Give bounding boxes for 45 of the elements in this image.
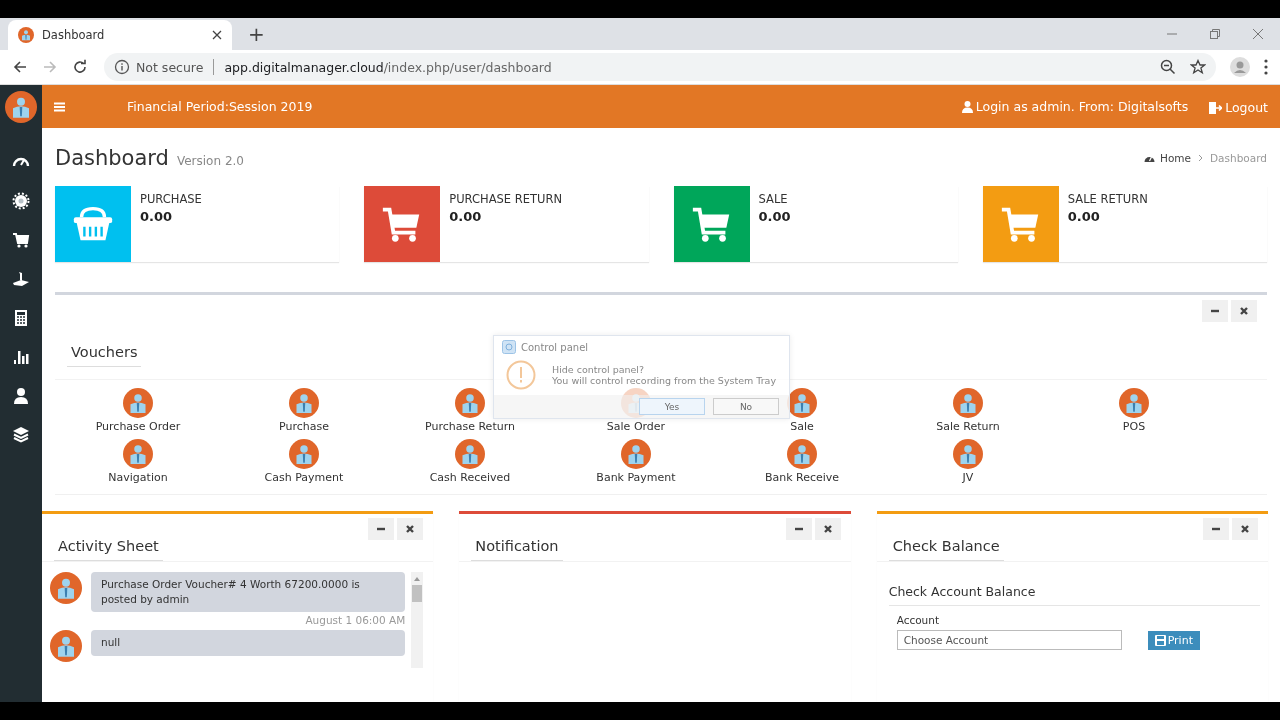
dialog-button[interactable]: Yes (639, 398, 705, 415)
info-box-label: SALE RETURN (1067, 192, 1148, 206)
panel-title: Notification (471, 532, 563, 561)
panel-title: Vouchers (67, 338, 142, 367)
voucher-link[interactable]: POS (1051, 388, 1217, 433)
print-button[interactable]: Print (1147, 630, 1200, 650)
panel-title: Activity Sheet (54, 532, 163, 561)
account-select[interactable]: Choose Account (896, 630, 1122, 650)
voucher-link[interactable]: Purchase Return (387, 388, 553, 433)
info-box-label: PURCHASE RETURN (449, 192, 563, 206)
new-tab-button[interactable]: + (248, 22, 265, 46)
voucher-link[interactable]: Cash Payment (221, 439, 387, 484)
page-title: Dashboard (55, 146, 169, 170)
field-label: Account (896, 614, 941, 626)
dialog-title: Control panel (521, 341, 589, 353)
voucher-link[interactable]: Bank Receive (719, 439, 885, 484)
voucher-link[interactable]: JV (885, 439, 1051, 484)
info-box-label: PURCHASE (140, 192, 202, 206)
voucher-link[interactable]: Cash Received (387, 439, 553, 484)
voucher-link[interactable]: Bank Payment (553, 439, 719, 484)
message-bubble: Purchase Order Voucher# 4 Worth 67200.0000 is posted by admin (91, 572, 406, 613)
financial-period: Financial Period:Session 2019 (127, 99, 313, 114)
dialog-message: You will control recording from the System Tray (552, 375, 777, 386)
info-box-value: 0.00 (140, 209, 174, 224)
panel-title: Check Balance (888, 532, 1004, 561)
address-field[interactable]: Not secure app.digitalmanager.cloud/index.php/user/dashboard (104, 53, 1216, 81)
info-box-value: 0.00 (449, 209, 483, 224)
browser-tab[interactable]: Dashboard (8, 20, 232, 50)
info-box-label: SALE (758, 192, 789, 206)
info-box-value: 0.00 (758, 209, 791, 224)
message-bubble: null (91, 630, 406, 656)
voucher-link[interactable]: Navigation (55, 439, 221, 484)
section-title: Check Account Balance (888, 580, 1260, 606)
message-time: August 1 06:00 AM (304, 614, 406, 627)
version-label: Version 2.0 (176, 154, 244, 168)
info-box-value: 0.00 (1067, 209, 1101, 224)
voucher-link[interactable]: Purchase Order (55, 388, 221, 433)
security-label: Not secure (136, 59, 204, 75)
dialog-message: Hide control panel? (552, 364, 646, 375)
dialog-button[interactable]: No (713, 398, 779, 415)
url-text: app.digitalmanager.cloud/index.php/user/dashboard (224, 59, 552, 75)
voucher-link[interactable]: Sale Return (885, 388, 1051, 433)
breadcrumb-link[interactable]: Home (1144, 152, 1192, 164)
voucher-link[interactable]: Purchase (221, 388, 387, 433)
login-info: Login as admin. From: Digitalsofts (961, 99, 1189, 114)
